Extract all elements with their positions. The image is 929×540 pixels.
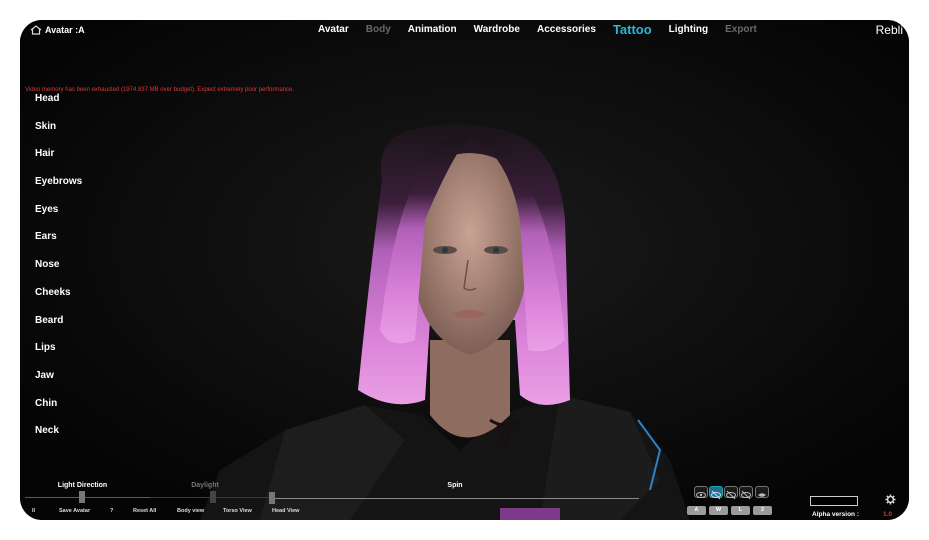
- lips-icon[interactable]: [755, 486, 769, 498]
- body-view-button[interactable]: Body view: [177, 508, 204, 514]
- eye-icon[interactable]: [694, 486, 708, 498]
- eye-slash-icon[interactable]: [739, 486, 753, 500]
- sidebar-item-nose[interactable]: Nose: [35, 258, 82, 286]
- layer-a-button[interactable]: A: [687, 506, 706, 515]
- sidebar-item-jaw[interactable]: Jaw: [35, 369, 82, 397]
- save-avatar-button[interactable]: Save Avatar: [59, 508, 90, 514]
- avatar-indicator: Avatar :A: [30, 25, 85, 35]
- spin-label: Spin: [447, 482, 463, 489]
- sidebar-item-chin[interactable]: Chin: [35, 397, 82, 425]
- avatar-label: Avatar :A: [45, 25, 85, 35]
- sidebar-item-head[interactable]: Head: [35, 92, 82, 120]
- daylight-label: Daylight: [191, 482, 219, 489]
- light-direction-track[interactable]: [25, 497, 155, 498]
- tab-animation[interactable]: Animation: [408, 24, 457, 37]
- tab-tattoo[interactable]: Tattoo: [613, 22, 652, 37]
- sidebar-item-beard[interactable]: Beard: [35, 314, 82, 342]
- home-icon[interactable]: [30, 25, 42, 35]
- light-direction-handle[interactable]: [79, 491, 85, 503]
- tab-body[interactable]: Body: [366, 24, 391, 37]
- tab-accessories[interactable]: Accessories: [537, 24, 596, 37]
- sidebar-item-eyes[interactable]: Eyes: [35, 203, 82, 231]
- layer-w-button[interactable]: W: [709, 506, 728, 515]
- sidebar-item-eyebrows[interactable]: Eyebrows: [35, 175, 82, 203]
- alpha-version-value: 1.0: [882, 511, 892, 518]
- avatar-render[interactable]: [20, 20, 909, 520]
- alpha-version-label: Alpha version :: [812, 511, 859, 518]
- sidebar-item-hair[interactable]: Hair: [35, 147, 82, 175]
- brand-logo: Rebli: [875, 23, 903, 37]
- daylight-handle[interactable]: [210, 491, 216, 503]
- head-view-button[interactable]: Head View: [272, 508, 299, 514]
- help-button[interactable]: ?: [110, 508, 113, 514]
- reset-all-button[interactable]: Reset All: [133, 508, 156, 514]
- tab-wardrobe[interactable]: Wardrobe: [474, 24, 520, 37]
- alpha-input[interactable]: [810, 496, 858, 506]
- sidebar-item-cheeks[interactable]: Cheeks: [35, 286, 82, 314]
- spin-handle[interactable]: [269, 492, 275, 504]
- sidebar-menu: Head Skin Hair Eyebrows Eyes Ears Nose C…: [35, 92, 82, 452]
- sidebar-item-skin[interactable]: Skin: [35, 120, 82, 148]
- eye-slash-icon[interactable]: [709, 486, 723, 500]
- sidebar-item-neck[interactable]: Neck: [35, 424, 82, 452]
- eye-slash-icon[interactable]: [724, 486, 738, 500]
- sidebar-item-lips[interactable]: Lips: [35, 341, 82, 369]
- tab-lighting[interactable]: Lighting: [669, 24, 708, 37]
- sidebar-item-ears[interactable]: Ears: [35, 230, 82, 258]
- light-direction-label: Light Direction: [57, 482, 108, 489]
- cropped-button[interactable]: ll: [32, 508, 35, 514]
- app-viewport: Avatar :A Avatar Body Animation Wardrobe…: [20, 20, 909, 520]
- tab-export[interactable]: Export: [725, 24, 757, 37]
- torso-view-button[interactable]: Torso View: [223, 508, 252, 514]
- layer-2-button[interactable]: 2: [753, 506, 772, 515]
- tab-avatar[interactable]: Avatar: [318, 24, 349, 37]
- spin-track[interactable]: [270, 498, 639, 499]
- gear-icon[interactable]: [885, 494, 896, 505]
- top-nav: Avatar Body Animation Wardrobe Accessori…: [318, 22, 774, 37]
- layer-l-button[interactable]: L: [731, 506, 750, 515]
